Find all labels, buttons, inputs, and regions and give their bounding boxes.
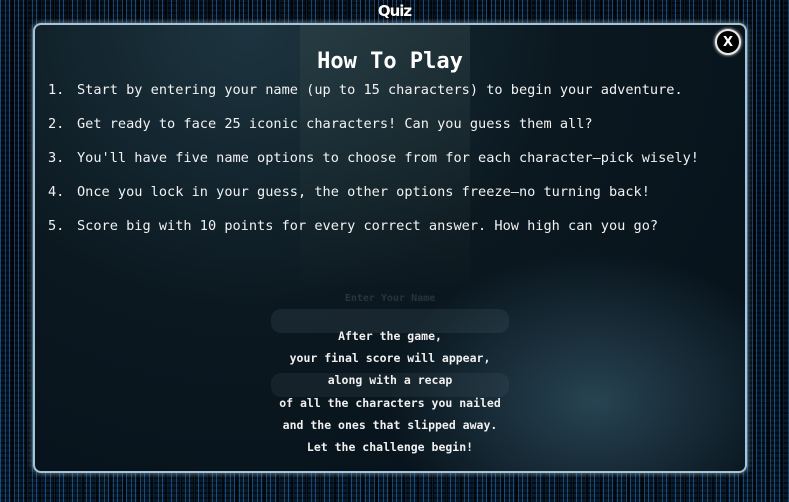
recap-line: your final score will appear, (289, 351, 491, 366)
recap-line: along with a recap (327, 373, 453, 388)
step-number: 3. (48, 150, 65, 166)
recap-line: After the game, (338, 329, 442, 343)
list-item: 1. Start by entering your name (up to 15… (48, 81, 718, 99)
step-number: 1. (48, 82, 65, 98)
close-icon[interactable]: X (723, 35, 733, 50)
recap-text: After the game, your final score will ap… (35, 325, 745, 458)
background-name-label: Enter Your Name (344, 293, 436, 304)
step-text: Get ready to face 25 iconic characters! … (77, 116, 593, 132)
recap-line: Let the challenge begin! (306, 440, 474, 455)
list-item: 4. Once you lock in your guess, the othe… (48, 183, 718, 201)
step-text: Score big with 10 points for every corre… (77, 218, 659, 234)
modal-title: How To Play (317, 49, 463, 74)
step-text: Start by entering your name (up to 15 ch… (77, 82, 683, 98)
list-item: 3. You'll have five name options to choo… (48, 149, 718, 167)
list-item: 2. Get ready to face 25 iconic character… (48, 115, 718, 133)
recap-line: and the ones that slipped away. (282, 417, 498, 432)
app-title: Quiz (377, 2, 412, 20)
step-number: 4. (48, 184, 65, 200)
recap-line: of all the characters you nailed (279, 395, 501, 410)
instructions-list: 1. Start by entering your name (up to 15… (48, 81, 718, 251)
list-item: 5. Score big with 10 points for every co… (48, 217, 718, 235)
step-text: You'll have five name options to choose … (77, 150, 699, 166)
step-number: 5. (48, 218, 65, 234)
how-to-play-modal: X How To Play 1. Start by entering your … (33, 23, 747, 473)
step-number: 2. (48, 116, 65, 132)
step-text: Once you lock in your guess, the other o… (77, 184, 650, 200)
